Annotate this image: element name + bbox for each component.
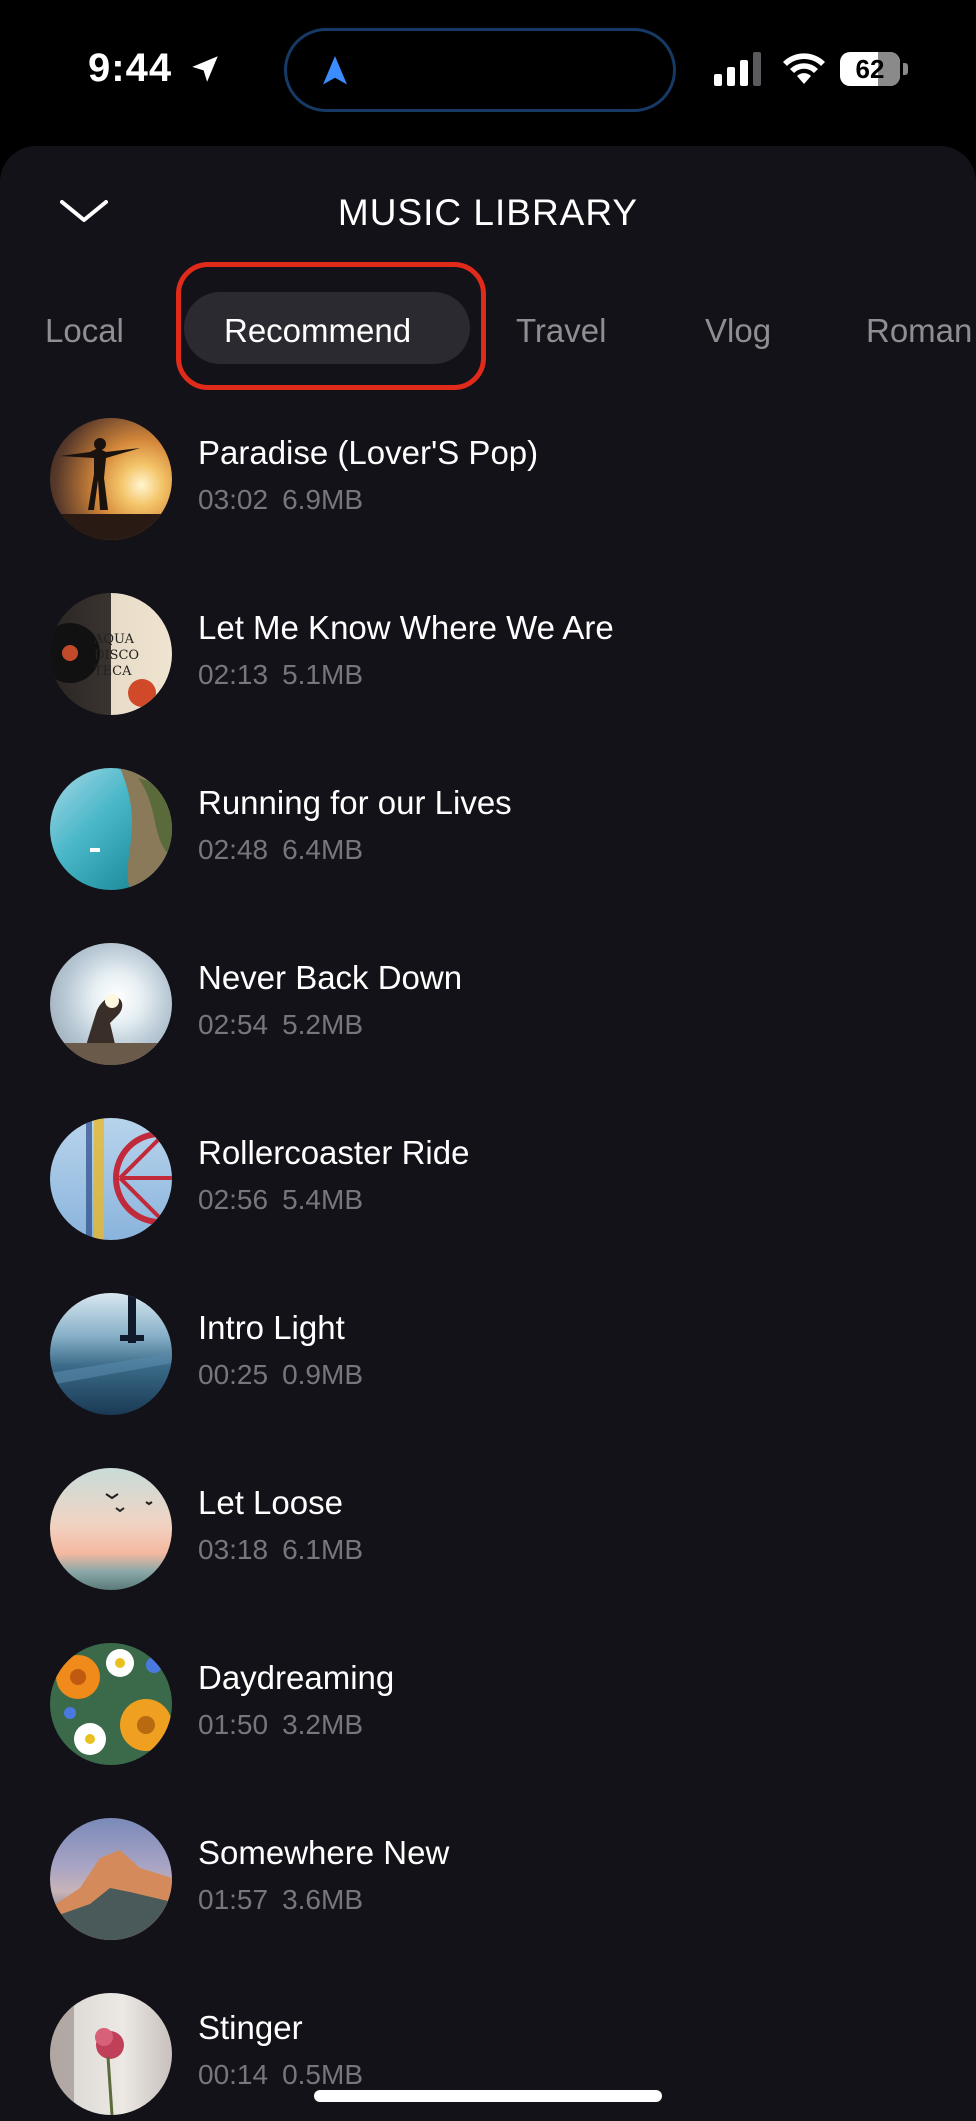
list-item[interactable]: Somewhere New 01:57 3.6MB [0,1818,976,1993]
wifi-icon [783,53,825,84]
song-title: Paradise (Lover'S Pop) [198,434,539,471]
album-cover [50,1118,172,1240]
song-size: 6.4MB [282,834,364,865]
song-meta: 03:18 6.1MB [198,1534,363,1566]
album-cover [50,1818,172,1940]
song-title: Stinger [198,2009,303,2046]
page-title: MUSIC LIBRARY [337,192,639,233]
song-duration: 02:54 [198,1009,269,1040]
song-size: 3.6MB [282,1884,364,1915]
song-meta: 02:48 6.4MB [198,834,363,866]
song-duration: 01:57 [198,1884,269,1915]
album-cover [50,943,172,1065]
song-size: 5.1MB [282,659,364,690]
list-item[interactable]: Intro Light 00:25 0.9MB [0,1293,976,1468]
svg-text:DISCO: DISCO [94,648,139,663]
song-duration: 02:13 [198,659,269,690]
song-size: 0.5MB [282,2059,364,2090]
song-duration: 03:02 [198,484,269,515]
music-library-sheet: MUSIC LIBRARY Local Recommend Travel Vlo… [0,146,976,2121]
song-title: Intro Light [198,1309,345,1346]
navigation-arrow-icon [323,56,347,85]
album-cover [50,1643,172,1765]
album-cover [50,1993,172,2115]
song-duration: 00:25 [198,1359,269,1390]
tab-vlog[interactable]: Vlog [705,312,771,350]
status-time: 9:44 [88,46,173,90]
song-duration: 02:48 [198,834,269,865]
home-indicator[interactable] [314,2090,662,2102]
album-cover [50,1293,172,1415]
song-meta: 01:50 3.2MB [198,1709,363,1741]
song-title: Running for our Lives [198,784,512,821]
song-duration: 03:18 [198,1534,269,1565]
song-duration: 02:56 [198,1184,269,1215]
song-size: 5.4MB [282,1184,364,1215]
tab-travel[interactable]: Travel [516,312,606,350]
album-cover: AQUA DISCO TECA [50,593,172,715]
song-size: 3.2MB [282,1709,364,1740]
song-meta: 02:54 5.2MB [198,1009,363,1041]
song-duration: 00:14 [198,2059,269,2090]
cellular-signal-icon [714,52,761,86]
album-cover [50,1468,172,1590]
highlight-annotation [176,262,486,390]
song-size: 6.1MB [282,1534,364,1565]
song-meta: 02:56 5.4MB [198,1184,363,1216]
dynamic-island[interactable] [284,28,676,112]
list-item[interactable]: AQUA DISCO TECA Let Me Know Where We Are 0… [0,593,976,768]
svg-text:AQUA: AQUA [93,632,135,647]
list-item[interactable]: Rollercoaster Ride 02:56 5.4MB [0,1118,976,1293]
list-item[interactable]: Daydreaming 01:50 3.2MB [0,1643,976,1818]
battery-level: 62 [855,53,885,84]
location-arrow-icon [192,56,218,82]
song-meta: 00:25 0.9MB [198,1359,363,1391]
song-size: 0.9MB [282,1359,364,1390]
song-size: 5.2MB [282,1009,364,1040]
song-title: Let Me Know Where We Are [198,609,614,646]
song-title: Daydreaming [198,1659,395,1696]
song-meta: 03:02 6.9MB [198,484,363,516]
song-title: Somewhere New [198,1834,450,1871]
song-meta: 02:13 5.1MB [198,659,363,691]
song-title: Rollercoaster Ride [198,1134,470,1171]
song-meta: 00:14 0.5MB [198,2059,363,2091]
list-item[interactable]: Paradise (Lover'S Pop) 03:02 6.9MB [0,418,976,593]
list-item[interactable]: Running for our Lives 02:48 6.4MB [0,768,976,943]
song-title: Let Loose [198,1484,343,1521]
song-size: 6.9MB [282,484,364,515]
tab-local[interactable]: Local [45,312,124,350]
song-title: Never Back Down [198,959,463,996]
list-item[interactable]: Let Loose 03:18 6.1MB [0,1468,976,1643]
song-meta: 01:57 3.6MB [198,1884,363,1916]
battery-indicator: 62 [840,52,910,86]
svg-text:TECA: TECA [94,664,132,679]
album-cover [50,768,172,890]
list-item[interactable]: Never Back Down 02:54 5.2MB [0,943,976,1118]
album-cover [50,418,172,540]
song-duration: 01:50 [198,1709,269,1740]
status-bar: 9:44 62 [0,0,976,140]
tab-romance[interactable]: Roman [866,312,972,350]
